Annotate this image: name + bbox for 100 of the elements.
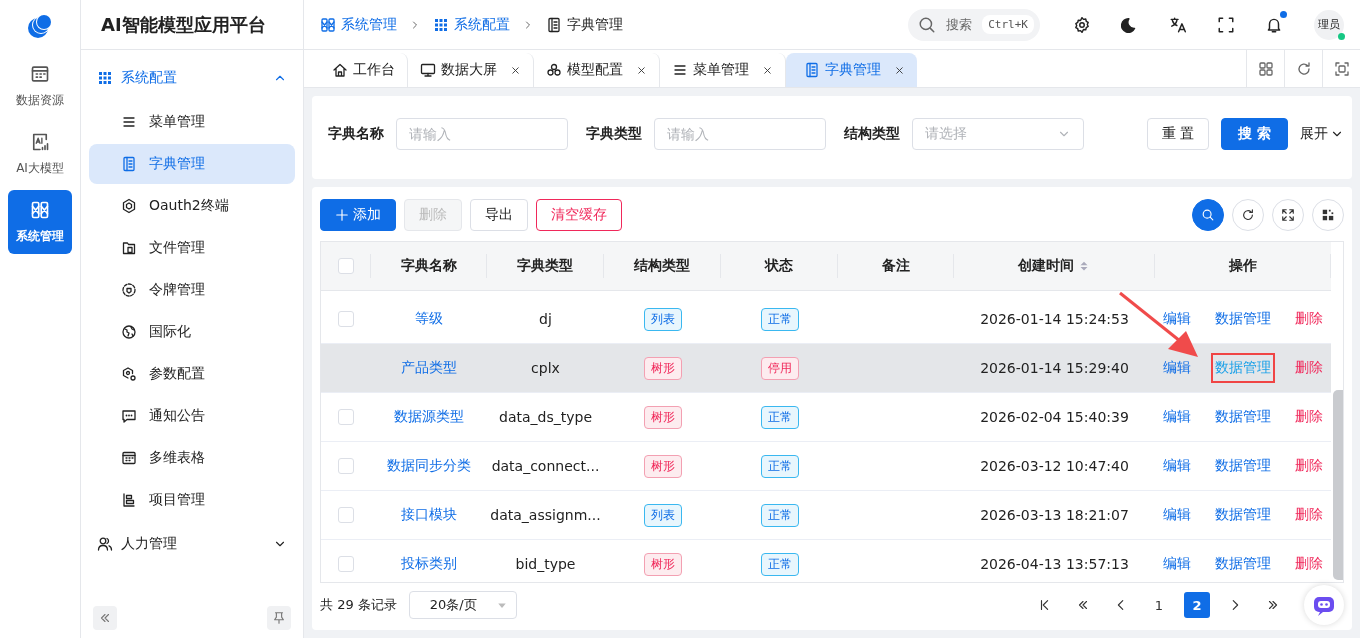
tab[interactable]: 模型配置 [534, 53, 660, 87]
menu-item[interactable]: 项目管理 [89, 480, 295, 520]
menu-item[interactable]: 字典管理 [89, 144, 295, 184]
maximize-icon [1333, 60, 1350, 77]
row-checkbox[interactable] [338, 409, 354, 425]
table-row[interactable]: 数据源类型 data_ds_type 树形 正常 2026-02-04 15:40:39 编辑 数据管理 删除 [321, 393, 1331, 442]
user-avatar[interactable]: 理员 [1314, 9, 1344, 40]
search-toggle-button[interactable] [1192, 199, 1224, 231]
edit-link[interactable]: 编辑 [1159, 304, 1195, 334]
page-button[interactable]: 2 [1184, 592, 1210, 618]
delete-link[interactable]: 删除 [1291, 451, 1327, 481]
reset-button[interactable]: 重 置 [1146, 117, 1210, 150]
search-icon [918, 15, 937, 34]
data-link[interactable]: 数据管理 [1211, 500, 1275, 530]
input-field[interactable]: 请输入 [654, 117, 826, 150]
menu-group[interactable]: 人力管理 [89, 522, 295, 566]
edit-link[interactable]: 编辑 [1159, 500, 1195, 530]
close-icon [762, 64, 773, 76]
data-link[interactable]: 数据管理 [1211, 304, 1275, 334]
select-all-checkbox[interactable] [337, 258, 354, 274]
table-row[interactable]: 数据同步分类 data_connect... 树形 正常 2026-03-12 10:47:40 编辑 数据管理 删除 [321, 442, 1331, 491]
chat-bot-button[interactable] [1304, 585, 1344, 625]
edit-link[interactable]: 编辑 [1159, 451, 1195, 481]
row-checkbox[interactable] [338, 311, 354, 327]
column-header: 字典名称 [400, 257, 457, 275]
menu-item[interactable]: 令牌管理 [89, 270, 295, 310]
edit-link[interactable]: 编辑 [1159, 549, 1195, 579]
row-checkbox[interactable] [338, 507, 354, 523]
table-row[interactable]: 接口模块 data_assignm... 列表 正常 2026-03-13 18:21:07 编辑 数据管理 删除 [321, 491, 1331, 540]
hovered-row[interactable]: 产品类型 cplx 树形 停用 2026-01-14 15:29:40 编辑 数据管理 删除 [321, 344, 1331, 393]
search-field[interactable]: 搜索 Ctrl+K [908, 8, 1040, 41]
data-link[interactable]: 数据管理 [1211, 451, 1275, 481]
data-link[interactable]: 数据管理 [1211, 402, 1275, 432]
structure-tag: 树形 [643, 356, 682, 380]
filter-label: 字典类型 [586, 124, 642, 143]
toolbar-button[interactable]: 添加 [320, 199, 396, 231]
breadcrumb-link[interactable]: 系统配置 [433, 15, 510, 34]
close-icon [636, 64, 647, 76]
hexagon-icon [121, 198, 137, 214]
tab[interactable]: 数据大屏 [408, 53, 534, 87]
breadcrumb-link[interactable]: 系统管理 [320, 15, 397, 34]
close-icon [894, 64, 905, 76]
total-count: 共 29 条记录 [320, 596, 397, 614]
layout-icon [320, 16, 336, 33]
rail-item[interactable]: 系统管理 [8, 190, 72, 254]
search-button[interactable]: 搜 索 [1221, 117, 1288, 150]
scrollbar-thumb[interactable] [1333, 390, 1343, 580]
row-checkbox[interactable] [338, 458, 354, 474]
menu-item[interactable]: 国际化 [89, 312, 295, 352]
pin-icon [272, 611, 286, 625]
expand-link[interactable]: 展开 [1300, 124, 1344, 143]
menu-item[interactable]: 参数配置 [89, 354, 295, 394]
input-field[interactable]: 请输入 [396, 117, 568, 150]
menu-item[interactable]: Oauth2终端 [89, 186, 295, 226]
toolbar-button[interactable]: 清空缓存 [536, 199, 622, 231]
refresh-button[interactable] [1232, 199, 1264, 231]
refresh-icon [1295, 60, 1312, 77]
menu-item[interactable]: 通知公告 [89, 396, 295, 436]
list-icon [672, 62, 688, 78]
delete-link[interactable]: 删除 [1291, 402, 1327, 432]
tab[interactable]: 工作台 [320, 53, 408, 87]
page-size-select[interactable]: 20条/页 [408, 591, 517, 619]
toolbar-button[interactable]: 导出 [470, 199, 528, 231]
column-header: 结构类型 [634, 257, 690, 275]
delete-link[interactable]: 删除 [1291, 549, 1327, 579]
book-icon [546, 16, 562, 33]
status-tag: 正常 [760, 405, 799, 429]
data-link[interactable]: 数据管理 [1211, 549, 1275, 579]
project-icon [121, 492, 137, 508]
delete-link[interactable]: 删除 [1291, 500, 1327, 530]
menu-item[interactable]: 文件管理 [89, 228, 295, 268]
breadcrumb-link[interactable]: 字典管理 [546, 15, 623, 34]
table-cell: 接口模块 [401, 506, 457, 524]
structure-tag: 树形 [643, 405, 682, 429]
delete-link[interactable]: 删除 [1291, 304, 1327, 334]
table-row[interactable]: 投标类别 bid_type 树形 正常 2026-04-13 13:57:13 编辑 数据管理 删除 [321, 540, 1331, 582]
rail-item[interactable]: AI大模型 [8, 122, 72, 186]
message-icon [121, 408, 137, 424]
home-icon [332, 62, 348, 78]
expand-icon [1281, 208, 1295, 222]
fullscreen-button[interactable] [1272, 199, 1304, 231]
grid-icon [1257, 60, 1274, 77]
columns-button[interactable] [1312, 199, 1344, 231]
menu-item[interactable]: 菜单管理 [89, 102, 295, 142]
structure-tag: 树形 [643, 454, 682, 478]
menu-item[interactable]: 多维表格 [89, 438, 295, 478]
page-button[interactable]: 1 [1146, 592, 1172, 618]
double-chevron-right-icon [1266, 598, 1280, 612]
menu-group[interactable]: 系统配置 [89, 56, 295, 100]
pin-button[interactable] [267, 606, 291, 630]
rail-item[interactable]: 数据资源 [8, 54, 72, 118]
status-tag: 正常 [760, 307, 799, 331]
row-checkbox[interactable] [338, 556, 354, 572]
filter-label: 字典名称 [328, 124, 384, 143]
collapse-button[interactable] [93, 606, 117, 630]
edit-link[interactable]: 编辑 [1159, 402, 1195, 432]
edit-link[interactable]: 编辑 [1159, 353, 1195, 383]
status-tag: 正常 [760, 552, 799, 576]
structure-tag: 列表 [643, 307, 682, 331]
tab[interactable]: 字典管理 [786, 53, 917, 87]
